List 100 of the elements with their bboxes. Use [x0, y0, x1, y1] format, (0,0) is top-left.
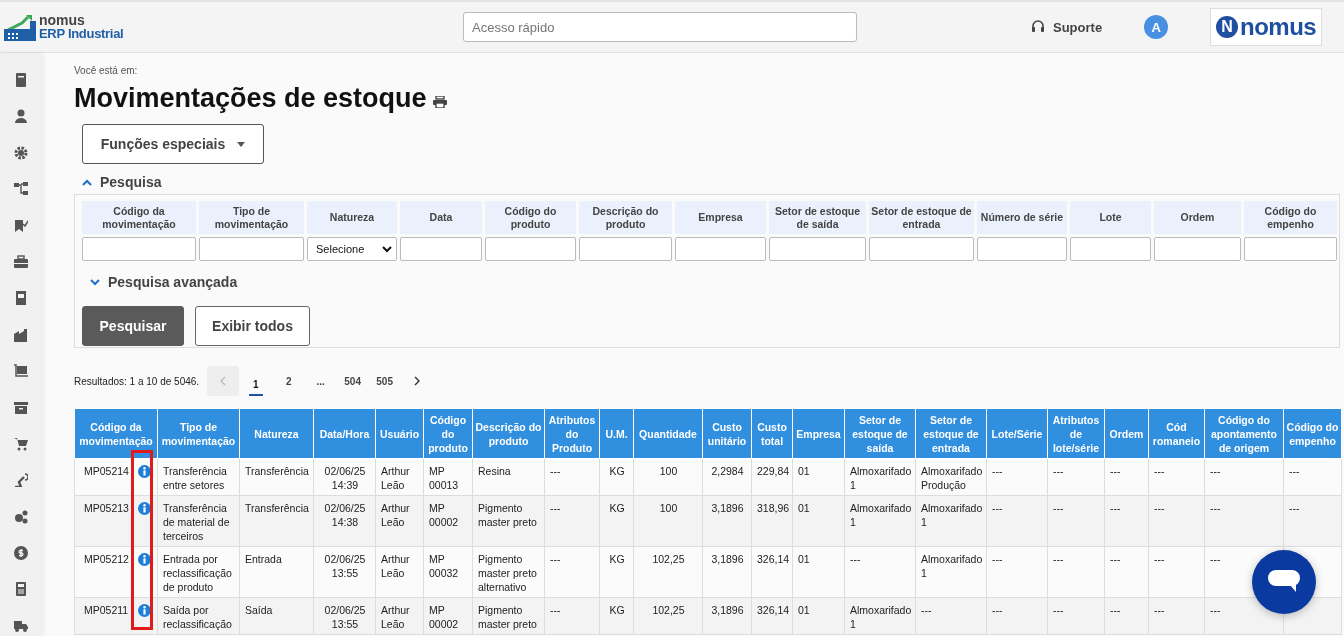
table-cell: ---	[986, 495, 1048, 547]
column-header: Descrição do produto	[472, 408, 545, 459]
special-functions-button[interactable]: Funções especiais	[82, 124, 264, 164]
table-cell: Pigmento master preto alternativo	[472, 546, 545, 598]
table-cell: ---	[1283, 495, 1342, 547]
natureza-select[interactable]: Selecione	[307, 237, 397, 261]
table-cell: ---	[915, 597, 987, 635]
column-header: Custo unitário	[702, 408, 752, 459]
table-cell: 02/06/25 14:38	[313, 495, 376, 547]
table-cell: 2,2984	[702, 458, 752, 496]
table-cell: ---	[844, 546, 916, 598]
table-cell-text: MP05212	[83, 552, 129, 566]
search-section-toggle[interactable]: Pesquisa	[82, 174, 162, 190]
table-cell: ---	[1148, 458, 1205, 496]
table-cell: Saída	[239, 597, 314, 635]
filter-header: Lote	[1070, 201, 1151, 234]
table-cell: MP 00002	[423, 495, 473, 547]
filter-header: Data	[400, 201, 482, 234]
table-cell: MP 00032	[423, 546, 473, 598]
filter-header: Empresa	[675, 201, 766, 234]
table-cell: 102,25	[633, 597, 703, 635]
search-button[interactable]: Pesquisar	[82, 306, 184, 346]
table-cell: Transferência	[239, 495, 314, 547]
table-cell: Arthur Leão	[375, 546, 424, 598]
page-link[interactable]: ...	[304, 366, 337, 396]
table-cell: 01	[792, 546, 845, 598]
table-cell: ---	[1104, 597, 1149, 635]
filter-header: Setor de estoque de entrada	[869, 201, 974, 234]
filter-header: Número de série	[977, 201, 1067, 234]
column-header: Natureza	[239, 408, 314, 459]
column-header: Setor de estoque de entrada	[915, 408, 987, 459]
table-cell: MP 00002	[423, 597, 473, 635]
column-header: Quantidade	[633, 408, 703, 459]
table-cell: ---	[1047, 458, 1105, 496]
table-cell-text: MP05211	[83, 603, 129, 617]
column-header: U.M.	[599, 408, 634, 459]
table-cell: Transferência de material de terceiros	[157, 495, 240, 547]
table-cell: 229,84	[751, 458, 793, 496]
column-header: Código do produto	[423, 408, 473, 459]
filter-header: Código da movimentação	[82, 201, 196, 234]
filter-header: Código do produto	[485, 201, 576, 234]
table-cell: ---	[1104, 458, 1149, 496]
page-title: Movimentações de estoque	[74, 82, 427, 114]
support-link[interactable]: Suporte	[1031, 19, 1103, 35]
advanced-search-toggle[interactable]: Pesquisa avançada	[90, 274, 238, 290]
filter-header: Natureza	[307, 201, 397, 234]
logo-product: ERP Industrial	[39, 27, 124, 41]
table-cell: Almoxarifado 1	[915, 495, 987, 547]
table-cell: ---	[1148, 546, 1205, 598]
table-cell: 326,14	[751, 546, 793, 598]
filter-header: Setor de estoque de saída	[769, 201, 866, 234]
show-all-button[interactable]: Exibir todos	[195, 306, 310, 346]
table-cell: 3,1896	[702, 546, 752, 598]
table-cell: ---	[544, 458, 600, 496]
filter-header: Ordem	[1154, 201, 1241, 234]
table-cell: Entrada	[239, 546, 314, 598]
table-cell: 01	[792, 495, 845, 547]
column-header: Código do apontamento de origem	[1204, 408, 1284, 459]
column-header: Cód romaneio	[1148, 408, 1205, 459]
table-cell: ---	[986, 458, 1048, 496]
column-header: Setor de estoque de saída	[844, 408, 916, 459]
table-cell: ---	[1047, 546, 1105, 598]
table-cell: KG	[599, 495, 634, 547]
table-cell: 01	[792, 458, 845, 496]
table-cell: 01	[792, 597, 845, 635]
table-cell: 02/06/25 13:55	[313, 546, 376, 598]
table-cell: ---	[1104, 546, 1149, 598]
table-cell: 02/06/25 14:39	[313, 458, 376, 496]
quick-access-field[interactable]: Acesso rápido	[463, 12, 857, 42]
page-link[interactable]: 504	[336, 366, 369, 396]
brand-logo: N nomus	[1210, 8, 1323, 46]
table-cell: Saída por reclassificação	[157, 597, 240, 635]
page-link[interactable]: 2	[272, 366, 305, 396]
table-cell: Entrada por reclassificação de produto	[157, 546, 240, 598]
column-header: Custo total	[751, 408, 793, 459]
table-cell: 100	[633, 458, 703, 496]
table-cell: ---	[544, 546, 600, 598]
column-header: Atributos de lote/série	[1047, 408, 1105, 459]
table-cell: Arthur Leão	[375, 458, 424, 496]
table-cell: ---	[1047, 495, 1105, 547]
table-cell: Almoxarifado 1	[844, 597, 916, 635]
page-link[interactable]: 505	[368, 366, 401, 396]
page-link[interactable]: 1	[249, 374, 263, 396]
table-cell: ---	[1283, 458, 1342, 496]
table-cell: 318,96	[751, 495, 793, 547]
table-cell: 02/06/25 13:55	[313, 597, 376, 635]
filter-header: Descrição do produto	[579, 201, 672, 234]
table-cell: Almoxarifado 1	[844, 458, 916, 496]
table-cell: Almoxarifado 1	[844, 495, 916, 547]
column-header: Lote/Série	[986, 408, 1048, 459]
table-cell: Arthur Leão	[375, 597, 424, 635]
column-header: Tipo de movimentação	[157, 408, 240, 459]
table-cell: 326,14	[751, 597, 793, 635]
table-cell: ---	[986, 597, 1048, 635]
logo-name: nomus	[39, 13, 86, 27]
table-cell: ---	[1204, 458, 1284, 496]
column-header: Data/Hora	[313, 408, 376, 459]
column-header: Código da movimentação	[74, 408, 158, 459]
column-header: Código do empenho	[1283, 408, 1342, 459]
table-cell-text: MP05214	[83, 464, 129, 478]
